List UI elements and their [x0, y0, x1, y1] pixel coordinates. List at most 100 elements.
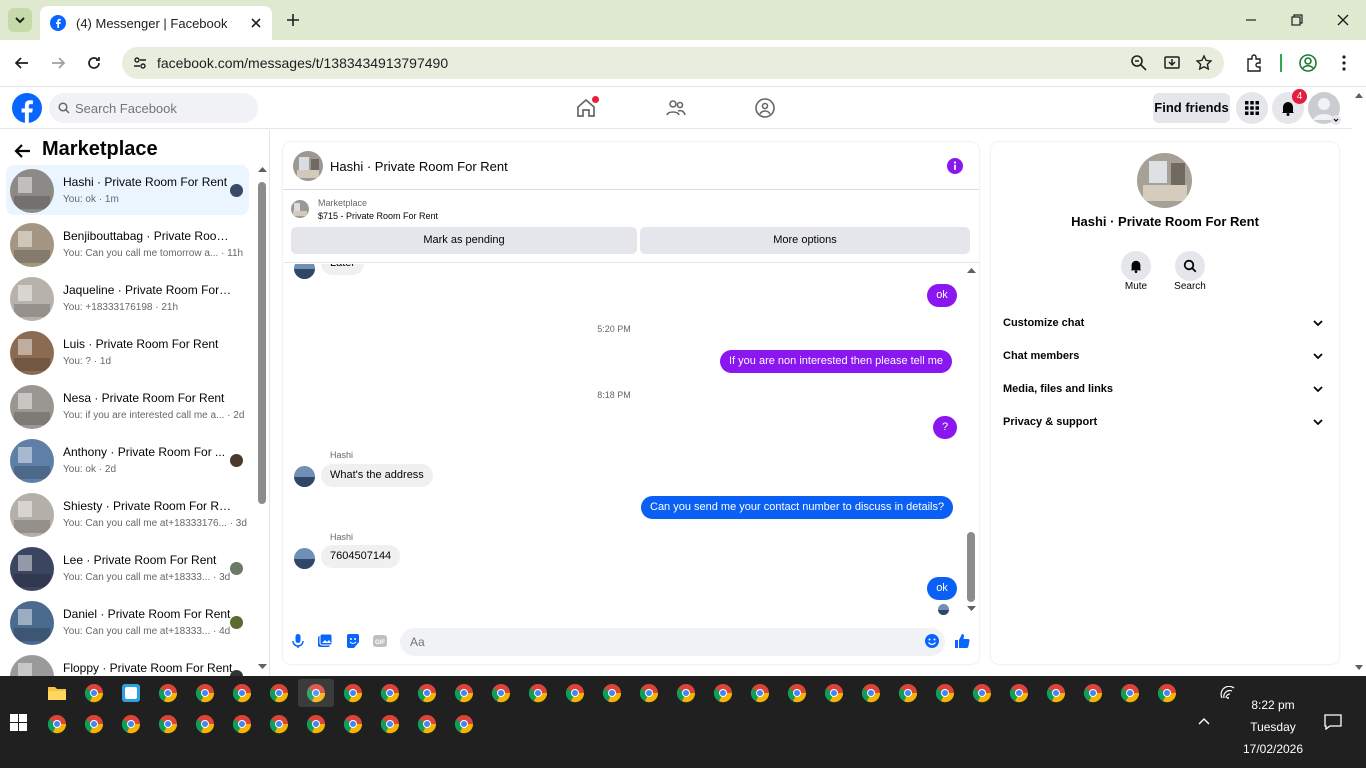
chat-members-row[interactable]: Chat members [1003, 343, 1329, 369]
back-icon[interactable] [12, 53, 32, 73]
notification-center-icon[interactable] [1324, 714, 1342, 730]
media-files-links-row[interactable]: Media, files and links [1003, 376, 1329, 402]
facebook-logo-icon[interactable] [12, 93, 42, 123]
browser-tab[interactable]: (4) Messenger | Facebook [40, 6, 272, 40]
chat-scrollbar[interactable] [965, 264, 977, 616]
account-chevron-icon[interactable] [1331, 115, 1341, 125]
profile-avatar[interactable] [1137, 153, 1192, 208]
chat-title[interactable]: Hashi · Private Room For Rent [330, 159, 508, 174]
info-icon[interactable] [947, 158, 963, 174]
conversation-item[interactable]: Floppy · Private Room For Rent [6, 651, 249, 676]
chrome-taskbar-icon[interactable] [380, 683, 400, 703]
back-arrow-icon[interactable] [14, 142, 32, 160]
conversation-item[interactable]: Benjibouttabag · Private Room ... You: Ca… [6, 219, 249, 269]
chrome-taskbar-icon[interactable] [824, 683, 844, 703]
chrome-taskbar-icon[interactable] [232, 714, 252, 734]
chrome-taskbar-icon[interactable] [639, 683, 659, 703]
file-explorer-icon[interactable] [47, 683, 67, 703]
menu-dots-icon[interactable] [1334, 53, 1354, 73]
chrome-taskbar-icon[interactable] [380, 714, 400, 734]
search-in-chat-button[interactable] [1175, 251, 1205, 281]
their-message[interactable]: 7604507144 [321, 545, 401, 568]
conversation-item[interactable]: Lee · Private Room For Rent You: Can you … [6, 543, 249, 593]
chrome-taskbar-icon[interactable] [158, 714, 178, 734]
conversation-item[interactable]: Hashi · Private Room For Rent You: ok · 1… [6, 165, 249, 215]
emoji-icon[interactable] [924, 633, 940, 649]
minimize-icon[interactable] [1241, 10, 1261, 30]
sticker-icon[interactable] [345, 633, 361, 649]
chrome-taskbar-icon[interactable] [1046, 683, 1066, 703]
tab-search-button[interactable] [8, 8, 32, 32]
forward-icon[interactable] [48, 53, 68, 73]
chrome-taskbar-icon[interactable] [1120, 683, 1140, 703]
chrome-taskbar-icon[interactable] [47, 714, 67, 734]
more-options-button[interactable]: More options [640, 227, 970, 254]
my-message[interactable]: ok [927, 284, 957, 307]
chrome-taskbar-icon[interactable] [232, 683, 252, 703]
page-scrollbar[interactable] [1352, 88, 1366, 676]
thumbs-up-icon[interactable] [954, 633, 970, 649]
gif-icon[interactable]: GIF [372, 633, 388, 649]
chrome-taskbar-icon[interactable] [602, 683, 622, 703]
extensions-icon[interactable] [1244, 53, 1264, 73]
scroll-up-icon[interactable] [258, 166, 267, 172]
taskbar-clock[interactable]: 8:22 pm Tuesday 17/02/2026 [1238, 694, 1308, 760]
chrome-taskbar-icon[interactable] [158, 683, 178, 703]
network-icon[interactable] [1220, 686, 1236, 700]
chrome-taskbar-icon[interactable] [935, 683, 955, 703]
scroll-down-icon[interactable] [967, 606, 976, 612]
close-window-icon[interactable] [1333, 10, 1353, 30]
conversation-item[interactable]: Shiesty · Private Room For Rent You: Can … [6, 489, 249, 539]
sender-avatar[interactable] [294, 264, 315, 279]
facebook-search-input[interactable] [75, 93, 250, 123]
chrome-taskbar-icon[interactable] [195, 683, 215, 703]
zoom-icon[interactable] [1129, 53, 1149, 73]
address-bar[interactable]: facebook.com/messages/t/1383434913797490 [122, 47, 1224, 79]
chrome-taskbar-icon[interactable] [676, 683, 696, 703]
chrome-taskbar-icon[interactable] [195, 714, 215, 734]
profile-icon[interactable] [1298, 53, 1318, 73]
chrome-taskbar-icon[interactable] [861, 683, 881, 703]
conversation-item[interactable]: Nesa · Private Room For Rent You: if you … [6, 381, 249, 431]
their-message[interactable]: What's the address [321, 464, 433, 487]
chrome-taskbar-icon[interactable] [528, 683, 548, 703]
chrome-taskbar-icon[interactable] [750, 683, 770, 703]
chrome-taskbar-icon[interactable] [84, 683, 104, 703]
chrome-taskbar-icon[interactable] [787, 683, 807, 703]
privacy-support-row[interactable]: Privacy & support [1003, 409, 1329, 435]
chrome-taskbar-icon[interactable] [417, 714, 437, 734]
scroll-up-icon[interactable] [967, 267, 976, 273]
find-friends-button[interactable]: Find friends [1153, 93, 1230, 123]
tray-chevron-up-icon[interactable] [1197, 716, 1211, 726]
listing-thumbnail[interactable] [291, 200, 309, 218]
mute-button[interactable] [1121, 251, 1151, 281]
menu-button[interactable] [1236, 92, 1268, 124]
chat-avatar[interactable] [293, 151, 323, 181]
chrome-taskbar-icon[interactable] [269, 683, 289, 703]
chrome-taskbar-icon[interactable] [343, 683, 363, 703]
customize-chat-row[interactable]: Customize chat [1003, 310, 1329, 336]
conversation-item[interactable]: Daniel · Private Room For Rent You: Can y… [6, 597, 249, 647]
site-info-icon[interactable] [130, 53, 150, 73]
message-partial[interactable]: Later [321, 264, 365, 275]
app-taskbar-icon[interactable] [121, 683, 141, 703]
scroll-down-icon[interactable] [1355, 665, 1363, 671]
chrome-taskbar-icon[interactable] [713, 683, 733, 703]
photo-icon[interactable] [317, 633, 333, 649]
chrome-taskbar-icon[interactable] [565, 683, 585, 703]
my-message[interactable]: Can you send me your contact number to d… [641, 496, 954, 519]
conversation-item[interactable]: Luis · Private Room For Rent You: ? · 1d [6, 327, 249, 377]
chrome-taskbar-icon[interactable] [1009, 683, 1029, 703]
bookmark-star-icon[interactable] [1194, 53, 1214, 73]
chrome-taskbar-icon[interactable] [121, 714, 141, 734]
chrome-taskbar-icon[interactable] [269, 714, 289, 734]
scroll-thumb[interactable] [967, 532, 975, 602]
chrome-taskbar-icon[interactable] [417, 683, 437, 703]
chrome-taskbar-icon[interactable] [306, 714, 326, 734]
sender-avatar[interactable] [294, 548, 315, 569]
message-input[interactable] [400, 628, 945, 656]
my-message[interactable]: ? [933, 416, 957, 439]
conversation-item[interactable]: Anthony · Private Room For ... You: ok · … [6, 435, 249, 485]
my-message[interactable]: ok [927, 577, 957, 600]
chrome-taskbar-icon[interactable] [1157, 683, 1177, 703]
